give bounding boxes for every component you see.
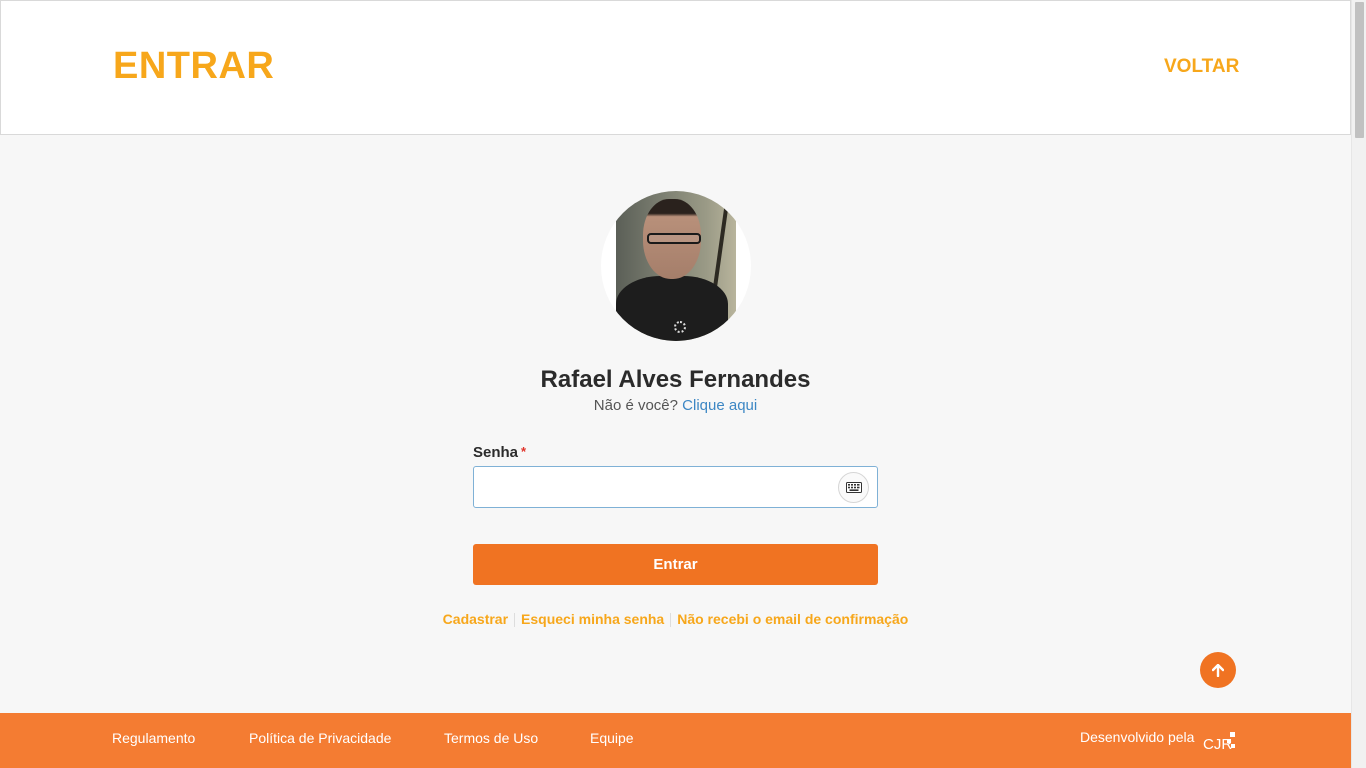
register-link[interactable]: Cadastrar bbox=[437, 611, 514, 627]
not-you-prompt: Não é você? Clique aqui bbox=[0, 397, 1351, 414]
back-link[interactable]: VOLTAR bbox=[1164, 56, 1239, 78]
login-button[interactable]: Entrar bbox=[473, 544, 878, 585]
footer-link-team[interactable]: Equipe bbox=[590, 730, 634, 746]
footer-link-rules[interactable]: Regulamento bbox=[112, 730, 195, 746]
footer-link-terms[interactable]: Termos de Uso bbox=[444, 730, 538, 746]
footer: Regulamento Política de Privacidade Term… bbox=[0, 713, 1351, 768]
password-label-text: Senha bbox=[473, 444, 519, 461]
scrollbar[interactable] bbox=[1351, 0, 1366, 768]
not-you-text: Não é você? bbox=[593, 397, 678, 414]
back-to-top-button[interactable] bbox=[1200, 652, 1236, 688]
password-label: Senha * bbox=[473, 444, 526, 461]
keyboard-icon bbox=[845, 482, 862, 493]
resend-confirmation-link[interactable]: Não recebi o email de confirmação bbox=[671, 611, 914, 627]
required-mark: * bbox=[521, 444, 527, 459]
auth-links: Cadastrar Esqueci minha senha Não recebi o… bbox=[0, 611, 1351, 628]
cjr-logo[interactable]: CJR bbox=[1203, 730, 1237, 754]
scrollbar-thumb[interactable] bbox=[1355, 2, 1364, 138]
page-title: ENTRAR bbox=[113, 45, 275, 87]
user-name: Rafael Alves Fernandes bbox=[540, 366, 811, 393]
developed-by-text: Desenvolvido pela bbox=[1080, 729, 1195, 745]
password-input[interactable] bbox=[473, 466, 878, 508]
avatar-photo bbox=[616, 191, 736, 341]
footer-link-privacy[interactable]: Política de Privacidade bbox=[249, 730, 391, 746]
header: ENTRAR VOLTAR bbox=[0, 0, 1351, 135]
cjr-logo-text: CJR bbox=[1203, 736, 1232, 753]
forgot-password-link[interactable]: Esqueci minha senha bbox=[515, 611, 670, 627]
virtual-keyboard-button[interactable] bbox=[838, 472, 869, 503]
click-here-link[interactable]: Clique aqui bbox=[682, 397, 757, 414]
avatar bbox=[601, 191, 751, 341]
arrow-up-icon bbox=[1212, 663, 1224, 677]
